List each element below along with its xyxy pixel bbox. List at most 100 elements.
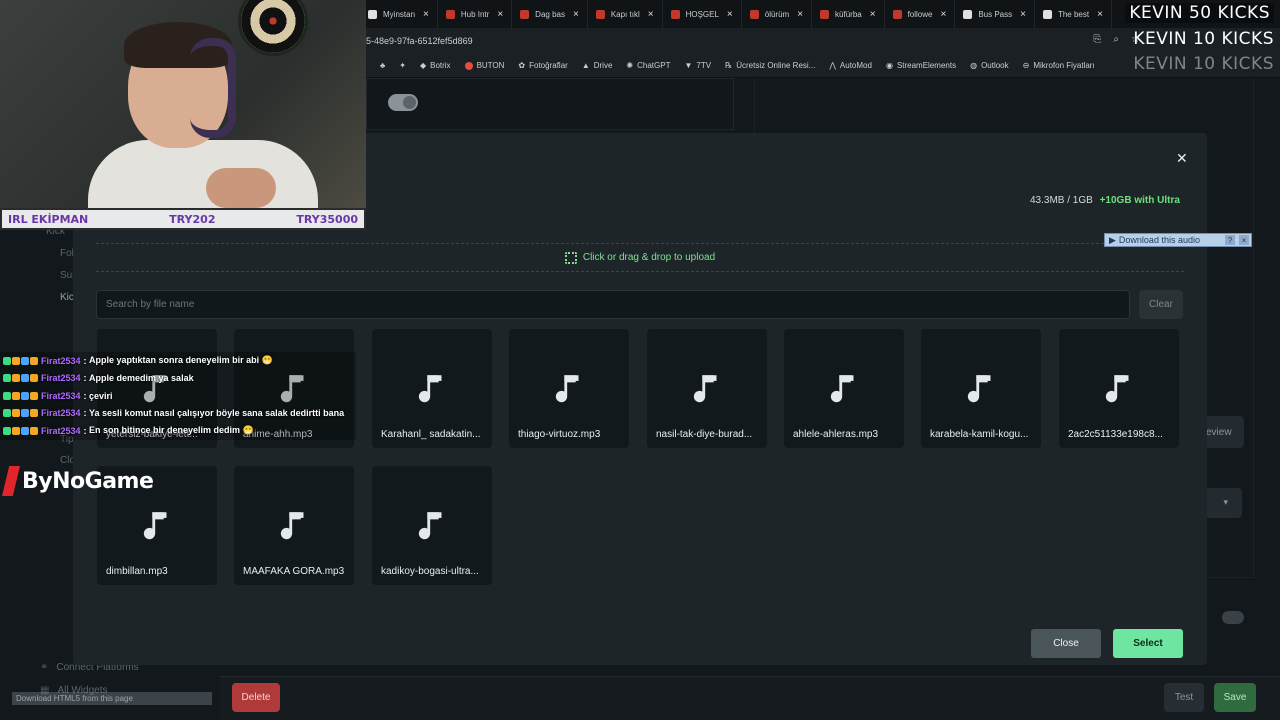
- close-tab-icon[interactable]: ×: [1020, 9, 1026, 20]
- file-tile[interactable]: thiago-virtuoz.mp3: [509, 329, 629, 448]
- upload-icon: [564, 251, 577, 264]
- file-tile[interactable]: nasil-tak-diye-burad...: [647, 329, 767, 448]
- music-note-icon: [418, 512, 442, 540]
- favicon-icon: [820, 9, 830, 19]
- chevron-down-icon: ▾: [1223, 497, 1228, 507]
- sidebar-item-follow[interactable]: Fol: [60, 248, 74, 259]
- sidebar-item-kicks[interactable]: Kic: [60, 292, 74, 303]
- file-tile[interactable]: ahlele-ahleras.mp3: [784, 329, 904, 448]
- chat-badges: [3, 426, 38, 435]
- bookmark-item[interactable]: ▼ 7TV: [684, 61, 711, 70]
- music-note-icon: [830, 375, 854, 403]
- chat-text: En son bitince bir deneyelim dedim 😁: [89, 425, 254, 436]
- badge-icon: [12, 426, 20, 435]
- close-tab-icon[interactable]: ×: [1097, 9, 1103, 20]
- bookmark-item[interactable]: BUTON: [464, 61, 504, 70]
- chat-message: Firat2534: çeviri: [0, 387, 356, 405]
- tab-label: küfürba: [835, 9, 862, 19]
- bookmark-label: Botrix: [430, 61, 451, 70]
- streamer-hand: [206, 168, 276, 208]
- translate-icon[interactable]: ⎘: [1093, 34, 1101, 45]
- browser-tab[interactable]: küfürba ×: [812, 0, 885, 28]
- favicon-icon: [595, 9, 605, 19]
- bookmark-item[interactable]: ✺ ChatGPT: [626, 61, 670, 70]
- close-icon[interactable]: ✕: [1176, 150, 1188, 167]
- tab-label: Hub Intr: [460, 9, 490, 19]
- file-tile[interactable]: MAAFAKA GORA.mp3: [234, 466, 354, 585]
- chat-message: Firat2534: En son bitince bir deneyelim …: [0, 422, 356, 440]
- bookmark-item[interactable]: ✿ Fotoğraflar: [518, 61, 567, 70]
- chat-username[interactable]: Firat2534: [41, 373, 81, 383]
- bookmark-icon[interactable]: ✦: [399, 61, 406, 70]
- badge-icon: [12, 391, 20, 400]
- chat-username[interactable]: Firat2534: [41, 408, 81, 418]
- zoom-icon[interactable]: ⌕: [1113, 34, 1119, 45]
- storage-usage: 43.3MB / 1GB +10GB with Ultra: [1030, 195, 1180, 206]
- close-tab-icon[interactable]: ×: [727, 9, 733, 20]
- browser-tab[interactable]: ölürüm ×: [742, 0, 813, 28]
- save-button[interactable]: Save: [1214, 683, 1256, 712]
- browser-tab[interactable]: followe ×: [885, 0, 956, 28]
- bookmark-favicon-icon: ▲: [581, 61, 590, 70]
- bookmark-favicon-icon: ▼: [684, 61, 693, 70]
- browser-tab[interactable]: The best ×: [1035, 0, 1112, 28]
- favicon-icon: [670, 9, 680, 19]
- browser-tab[interactable]: HOŞGEL ×: [663, 0, 742, 28]
- chat-username[interactable]: Firat2534: [41, 356, 81, 366]
- chat-badges: [3, 374, 38, 383]
- bookmark-item[interactable]: ⋀ AutoMod: [829, 61, 872, 70]
- browser-tab[interactable]: Hub Intr ×: [438, 0, 513, 28]
- bookmark-item[interactable]: ℞ Ücretsiz Online Resi...: [725, 61, 815, 70]
- close-tab-icon[interactable]: ×: [573, 9, 579, 20]
- bookmark-item[interactable]: ◆ Botrix: [420, 61, 451, 70]
- footer-action-bar: [220, 676, 1280, 720]
- storage-upgrade-link[interactable]: +10GB with Ultra: [1100, 195, 1180, 206]
- bookmark-item[interactable]: ▲ Drive: [582, 61, 613, 70]
- close-button[interactable]: Close: [1031, 629, 1101, 658]
- close-icon[interactable]: ×: [1239, 235, 1249, 245]
- close-tab-icon[interactable]: ×: [423, 9, 429, 20]
- headset-image: [190, 38, 236, 138]
- help-icon[interactable]: ?: [1225, 235, 1235, 245]
- browser-tab[interactable]: Bus Pass ×: [955, 0, 1035, 28]
- close-tab-icon[interactable]: ×: [648, 9, 654, 20]
- select-button[interactable]: Select: [1113, 629, 1183, 658]
- donation-goal: TRY35000: [296, 212, 358, 226]
- close-tab-icon[interactable]: ×: [497, 9, 503, 20]
- close-tab-icon[interactable]: ×: [797, 9, 803, 20]
- browser-tab[interactable]: Kapı tıkl ×: [588, 0, 663, 28]
- download-html5-bar[interactable]: Download HTML5 from this page: [12, 692, 212, 705]
- feature-toggle[interactable]: [388, 94, 418, 111]
- badge-icon: [12, 356, 20, 365]
- chat-username[interactable]: Firat2534: [41, 426, 81, 436]
- close-tab-icon[interactable]: ×: [940, 9, 946, 20]
- download-audio-bar[interactable]: ▶ Download this audio ? ×: [1104, 233, 1252, 247]
- close-tab-icon[interactable]: ×: [870, 9, 876, 20]
- bookmark-favicon-icon: [464, 61, 473, 70]
- file-tile[interactable]: karabela-kamil-kogu...: [921, 329, 1041, 448]
- delete-button[interactable]: Delete: [232, 683, 280, 712]
- badge-icon: [30, 426, 38, 435]
- browser-tab[interactable]: Myinstan ×: [360, 0, 438, 28]
- settings-toggle[interactable]: [1222, 611, 1244, 624]
- badge-icon: [3, 391, 11, 400]
- bookmark-label: Ücretsiz Online Resi...: [736, 61, 816, 70]
- clear-button[interactable]: Clear: [1139, 290, 1183, 319]
- file-tile[interactable]: Karahanl_ sadakatin...: [372, 329, 492, 448]
- tab-label: Bus Pass: [978, 9, 1013, 19]
- chat-username[interactable]: Firat2534: [41, 391, 81, 401]
- bookmark-icon[interactable]: ♣: [380, 61, 385, 70]
- tab-label: Kapı tıkl: [610, 9, 640, 19]
- browser-tab[interactable]: Dag bas ×: [512, 0, 588, 28]
- play-icon: ▶: [1109, 234, 1116, 245]
- bookmark-item[interactable]: ◍ Outlook: [970, 61, 1009, 70]
- music-note-icon: [555, 375, 579, 403]
- bookmark-item[interactable]: ◉ StreamElements: [886, 61, 956, 70]
- upload-label: Click or drag & drop to upload: [582, 252, 716, 263]
- search-input[interactable]: [96, 290, 1130, 319]
- upload-dropzone[interactable]: Click or drag & drop to upload: [96, 243, 1184, 272]
- bookmark-item[interactable]: ⊖ Mikrofon Fiyatları: [1023, 61, 1095, 70]
- test-button[interactable]: Test: [1164, 683, 1204, 712]
- file-tile[interactable]: 2ac2c51133e198c8...: [1059, 329, 1179, 448]
- file-tile[interactable]: kadikoy-bogasi-ultra...: [372, 466, 492, 585]
